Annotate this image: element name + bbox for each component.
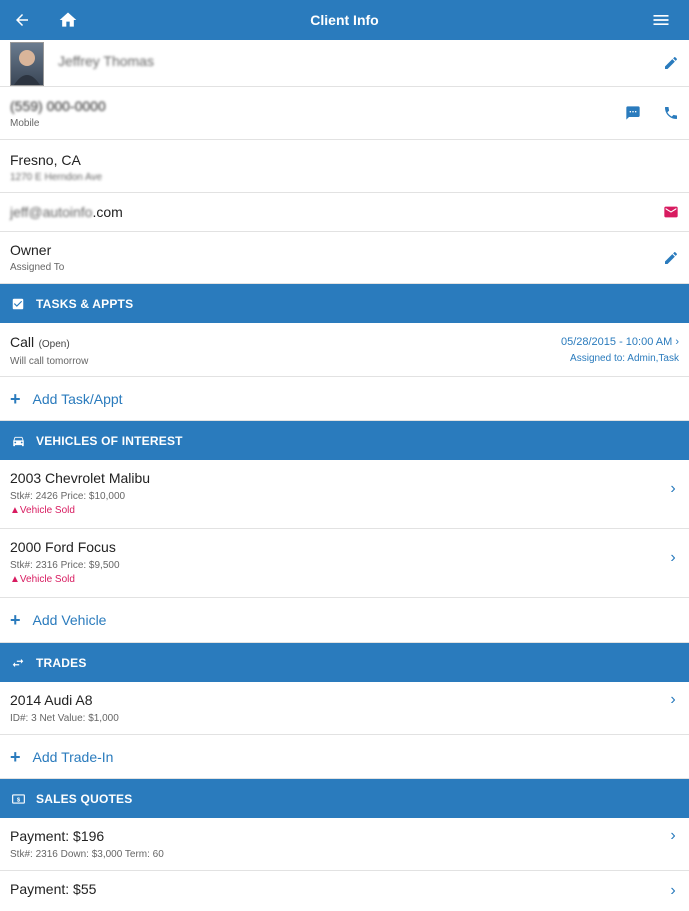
owner-value: Owner bbox=[10, 242, 52, 258]
quote-item[interactable]: Payment: $196 Stk#: 2316 Down: $3,000 Te… bbox=[0, 818, 689, 871]
vehicle-meta: Stk#: 2316 Price: $9,500 bbox=[10, 560, 120, 571]
warning-icon: ▲ bbox=[10, 505, 20, 516]
client-name: Jeffrey Thomas bbox=[58, 53, 154, 69]
quote-title: Payment: $55 bbox=[10, 881, 97, 897]
email-domain: .com bbox=[92, 204, 123, 220]
task-assigned: Assigned to: Admin,Task bbox=[570, 353, 679, 364]
car-icon bbox=[10, 433, 26, 449]
trade-item[interactable]: 2014 Audi A8 ID#: 3 Net Value: $1,000 › bbox=[0, 682, 689, 735]
add-vehicle-button[interactable]: + Add Vehicle bbox=[0, 598, 689, 643]
trades-section-title: TRADES bbox=[36, 655, 87, 670]
add-task-button[interactable]: + Add Task/Appt bbox=[0, 377, 689, 421]
quote-title: Payment: $196 bbox=[10, 828, 105, 844]
vehicle-title: 2003 Chevrolet Malibu bbox=[10, 470, 151, 486]
tasks-section-title: TASKS & APPTS bbox=[36, 296, 134, 311]
quotes-section-title: SALES QUOTES bbox=[36, 791, 133, 806]
page-title: Client Info bbox=[310, 12, 379, 28]
email-row[interactable]: jeff@autoinfo.com bbox=[0, 193, 689, 232]
swap-arrows-icon bbox=[10, 655, 26, 671]
home-icon[interactable] bbox=[48, 0, 88, 40]
chevron-right-icon: › bbox=[670, 882, 676, 899]
warning-icon: ▲ bbox=[10, 574, 20, 585]
email-icon[interactable] bbox=[661, 202, 681, 222]
task-note: Will call tomorrow bbox=[10, 356, 89, 367]
add-vehicle-label: Add Vehicle bbox=[32, 612, 107, 628]
owner-row: Owner Assigned To bbox=[0, 232, 689, 284]
phone-icon[interactable] bbox=[661, 103, 681, 123]
plus-icon: + bbox=[10, 746, 21, 767]
city: Fresno, CA bbox=[10, 152, 81, 168]
chevron-right-icon: › bbox=[670, 827, 676, 844]
vehicle-item[interactable]: 2000 Ford Focus Stk#: 2316 Price: $9,500… bbox=[0, 529, 689, 598]
vehicle-title: 2000 Ford Focus bbox=[10, 539, 116, 555]
trade-meta: ID#: 3 Net Value: $1,000 bbox=[10, 713, 119, 724]
app-bar: Client Info bbox=[0, 0, 689, 40]
trade-title: 2014 Audi A8 bbox=[10, 692, 93, 708]
trades-section-header: TRADES bbox=[0, 643, 689, 682]
back-arrow-icon[interactable] bbox=[2, 0, 42, 40]
quote-item[interactable]: Payment: $55 › bbox=[0, 871, 689, 911]
vehicles-section-title: VEHICLES OF INTEREST bbox=[36, 433, 183, 448]
email-user: jeff@autoinfo bbox=[10, 204, 93, 220]
task-item[interactable]: Call (Open) Will call tomorrow 05/28/201… bbox=[0, 323, 689, 377]
phone-number: (559) 000-0000 bbox=[10, 98, 106, 114]
phone-row[interactable]: (559) 000-0000 Mobile bbox=[0, 87, 689, 140]
dollar-icon: $ bbox=[10, 791, 26, 807]
chevron-right-icon: › bbox=[675, 336, 679, 348]
chevron-right-icon: › bbox=[670, 691, 676, 708]
chevron-right-icon: › bbox=[670, 480, 676, 497]
chevron-right-icon: › bbox=[670, 549, 676, 566]
edit-name-icon[interactable] bbox=[661, 53, 681, 73]
address-row[interactable]: Fresno, CA 1270 E Herndon Ave bbox=[0, 140, 689, 193]
task-checkbox-icon bbox=[10, 296, 26, 312]
phone-label: Mobile bbox=[10, 118, 40, 129]
svg-text:$: $ bbox=[16, 797, 20, 803]
hamburger-menu-icon[interactable] bbox=[641, 0, 681, 40]
client-name-row: Jeffrey Thomas bbox=[0, 40, 689, 87]
owner-label: Assigned To bbox=[10, 262, 65, 273]
task-status: (Open) bbox=[38, 339, 70, 350]
quotes-section-header: $ SALES QUOTES bbox=[0, 779, 689, 818]
vehicle-status: Vehicle Sold bbox=[19, 505, 75, 516]
vehicle-meta: Stk#: 2426 Price: $10,000 bbox=[10, 491, 126, 502]
vehicles-section-header: VEHICLES OF INTEREST bbox=[0, 421, 689, 460]
add-trade-label: Add Trade-In bbox=[32, 748, 114, 765]
add-task-label: Add Task/Appt bbox=[32, 390, 123, 407]
edit-owner-icon[interactable] bbox=[661, 248, 681, 268]
avatar bbox=[10, 42, 44, 86]
plus-icon: + bbox=[10, 388, 21, 409]
add-trade-button[interactable]: + Add Trade-In bbox=[0, 735, 689, 779]
plus-icon: + bbox=[10, 610, 21, 630]
quote-meta: Stk#: 2316 Down: $3,000 Term: 60 bbox=[10, 849, 164, 860]
vehicle-item[interactable]: 2003 Chevrolet Malibu Stk#: 2426 Price: … bbox=[0, 460, 689, 529]
task-title: Call bbox=[10, 334, 35, 350]
task-datetime: 05/28/2015 - 10:00 AM bbox=[560, 336, 673, 348]
vehicle-status: Vehicle Sold bbox=[19, 574, 75, 585]
street-address: 1270 E Herndon Ave bbox=[10, 172, 103, 183]
tasks-section-header: TASKS & APPTS bbox=[0, 284, 689, 323]
message-icon[interactable] bbox=[623, 103, 643, 123]
